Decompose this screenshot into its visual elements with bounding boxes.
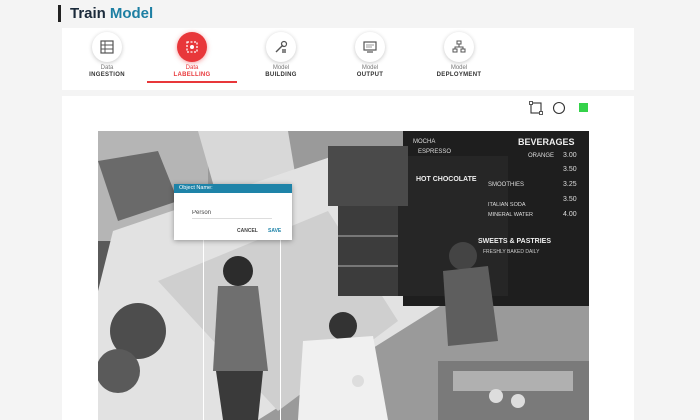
svg-text:BEVERAGES: BEVERAGES: [518, 137, 575, 147]
step-label-bottom: INGESTION: [89, 72, 125, 78]
cafe-photo[interactable]: MOCHA ESPRESSO BEVERAGES ORANGE 3.00 3.5…: [98, 131, 589, 420]
svg-text:ESPRESSO: ESPRESSO: [418, 149, 451, 155]
svg-text:ITALIAN SODA: ITALIAN SODA: [488, 202, 526, 208]
step-label-bottom: BUILDING: [265, 72, 297, 78]
svg-text:MINERAL WATER: MINERAL WATER: [488, 212, 533, 218]
train-model-page: Train Model Data INGESTION Data LABELLIN…: [0, 0, 700, 420]
crop-tag-icon: [177, 32, 207, 62]
step-label-top: Model: [272, 65, 290, 71]
bounding-box-right-edge[interactable]: [280, 240, 281, 420]
circle-tool-icon[interactable]: [552, 101, 566, 115]
step-model-deployment[interactable]: Model DEPLOYMENT: [414, 28, 504, 90]
step-model-output[interactable]: Model OUTPUT: [325, 28, 415, 90]
step-label-bottom: DEPLOYMENT: [436, 72, 482, 78]
svg-text:3.50: 3.50: [563, 196, 577, 203]
bounding-box-left-edge[interactable]: [203, 240, 204, 420]
rectangle-tool-icon[interactable]: [529, 101, 543, 115]
hierarchy-icon: [444, 32, 474, 62]
page-title-model: Model: [109, 4, 154, 22]
header-accent-bar: [58, 4, 61, 22]
object-name-input[interactable]: [192, 209, 272, 217]
svg-text:HOT CHOCOLATE: HOT CHOCOLATE: [416, 176, 477, 183]
input-underline: [192, 218, 272, 219]
svg-text:MOCHA: MOCHA: [413, 139, 435, 145]
step-label-top: Model: [450, 65, 468, 71]
step-label-top: Model: [361, 65, 379, 71]
color-swatch[interactable]: [579, 103, 588, 112]
svg-text:ORANGE: ORANGE: [528, 153, 554, 159]
svg-text:3.50: 3.50: [563, 166, 577, 173]
step-label-bottom: OUTPUT: [356, 72, 384, 78]
database-icon: [92, 32, 122, 62]
active-step-indicator: [147, 81, 237, 83]
cancel-button[interactable]: CANCEL: [237, 228, 258, 234]
svg-text:SWEETS & PASTRIES: SWEETS & PASTRIES: [478, 238, 551, 245]
page-header: Train Model: [58, 4, 153, 22]
annotation-toolbar: [62, 96, 634, 121]
svg-text:3.00: 3.00: [563, 152, 577, 159]
step-label-bottom: LABELLING: [173, 72, 211, 78]
step-label-top: Data: [185, 65, 199, 71]
page-title-train: Train: [70, 4, 106, 22]
save-button[interactable]: SAVE: [268, 228, 281, 234]
svg-text:3.25: 3.25: [563, 181, 577, 188]
workflow-steps: Data INGESTION Data LABELLING Model BUIL…: [62, 28, 634, 90]
svg-text:SMOOTHIES: SMOOTHIES: [488, 182, 524, 188]
svg-text:4.00: 4.00: [563, 211, 577, 218]
object-name-dialog: Object Name: CANCEL SAVE: [174, 184, 292, 240]
tools-icon: [266, 32, 296, 62]
step-model-building[interactable]: Model BUILDING: [236, 28, 326, 90]
svg-text:FRESHLY BAKED DAILY: FRESHLY BAKED DAILY: [483, 249, 540, 255]
dialog-title: Object Name:: [174, 184, 292, 193]
step-data-ingestion[interactable]: Data INGESTION: [62, 28, 152, 90]
monitor-icon: [355, 32, 385, 62]
step-data-labelling[interactable]: Data LABELLING: [147, 28, 237, 90]
step-label-top: Data: [100, 65, 114, 71]
